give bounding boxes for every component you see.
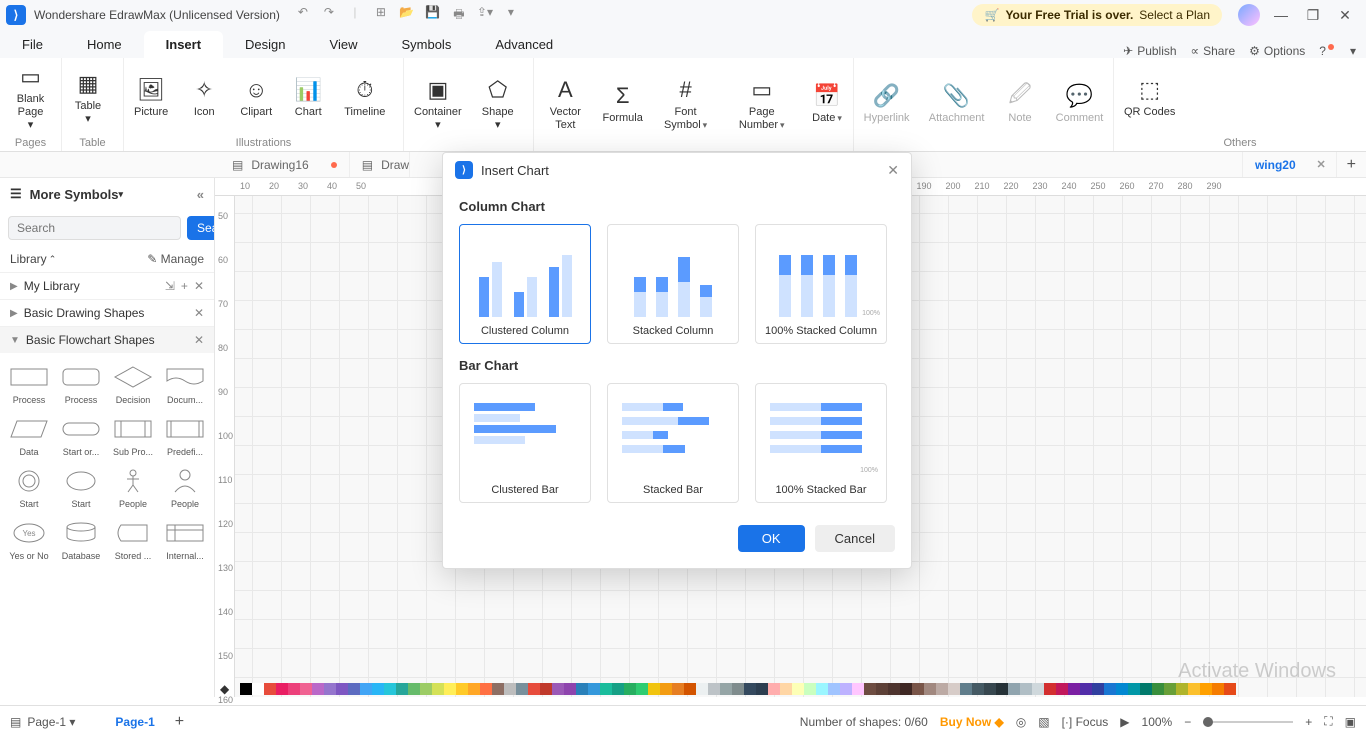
redo-icon[interactable]: ↷	[321, 5, 337, 26]
menu-tab-view[interactable]: View	[308, 31, 380, 58]
section-bar-chart: Bar Chart	[459, 358, 895, 373]
ribbon-picture[interactable]: 🖼Picture	[124, 58, 178, 137]
more-icon[interactable]: ▾	[503, 5, 519, 26]
menu-tab-design[interactable]: Design	[223, 31, 307, 58]
menu-tab-advanced[interactable]: Advanced	[473, 31, 575, 58]
user-avatar[interactable]	[1238, 4, 1260, 26]
publish-icon: ✈	[1123, 44, 1133, 58]
ribbon-container[interactable]: ▣Container▾	[404, 58, 472, 149]
chart-option-stacked-col[interactable]: Stacked Column	[607, 224, 739, 344]
export-icon[interactable]: ⇪▾	[477, 5, 493, 26]
close-button[interactable]: ✕	[1330, 0, 1360, 30]
menu-tab-file[interactable]: File	[0, 31, 65, 58]
ribbon-clipart[interactable]: ☺Clipart	[230, 58, 282, 137]
menu-tab-insert[interactable]: Insert	[144, 31, 223, 58]
ribbon-hyperlink: 🔗Hyperlink	[854, 58, 919, 149]
ribbon-comment: 💬Comment	[1046, 58, 1113, 149]
ribbon-formula[interactable]: ΣFormula	[597, 58, 649, 149]
ribbon-attachment: 📎Attachment	[919, 58, 994, 149]
options-button[interactable]: ⚙Options	[1249, 44, 1305, 58]
chart-option-clustered-col[interactable]: Clustered Column	[459, 224, 591, 344]
ok-button[interactable]: OK	[738, 525, 805, 552]
ribbon-shape[interactable]: ⬠Shape▾	[472, 58, 524, 149]
help-button[interactable]: ?	[1319, 44, 1336, 58]
chart-option-stacked100-bar[interactable]: 100%100% Stacked Bar	[755, 383, 887, 503]
ribbon-note: 🖉Note	[994, 58, 1046, 149]
new-icon[interactable]: ⊞	[373, 5, 389, 26]
dialog-title: Insert Chart	[481, 163, 549, 178]
ribbon-page-number[interactable]: ▭Page Number	[722, 58, 801, 149]
print-icon[interactable]: 🖶	[451, 5, 467, 26]
ribbon-table[interactable]: ▦Table▾	[62, 58, 114, 137]
dialog-close-icon[interactable]: ✕	[887, 162, 899, 179]
titlebar: ⟩ Wondershare EdrawMax (Unlicensed Versi…	[0, 0, 1366, 30]
minimize-button[interactable]: —	[1266, 0, 1296, 30]
trial-banner[interactable]: 🛒 Your Free Trial is over. Select a Plan	[972, 4, 1222, 26]
menu-tab-symbols[interactable]: Symbols	[379, 31, 473, 58]
chart-option-clustered-bar[interactable]: Clustered Bar	[459, 383, 591, 503]
collapse-ribbon-icon[interactable]: ▾	[1350, 44, 1356, 58]
insert-chart-dialog: ⟩ Insert Chart ✕ Column Chart Clustered …	[442, 152, 912, 569]
undo-icon[interactable]: ↶	[295, 5, 311, 26]
cart-icon: 🛒	[984, 8, 999, 22]
save-icon[interactable]: 💾	[425, 5, 441, 26]
publish-button[interactable]: ✈Publish	[1123, 44, 1176, 58]
chart-option-stacked100-col[interactable]: 100%100% Stacked Column	[755, 224, 887, 344]
app-logo-icon: ⟩	[6, 5, 26, 25]
dialog-app-icon: ⟩	[455, 161, 473, 179]
app-title: Wondershare EdrawMax (Unlicensed Version…	[34, 8, 280, 22]
ribbon-blank-page[interactable]: ▭Blank Page▾	[0, 58, 61, 137]
menu-bar: File Home Insert Design View Symbols Adv…	[0, 30, 1366, 58]
share-button[interactable]: ∝Share	[1191, 44, 1236, 58]
ribbon-qr-codes[interactable]: ⬚QR Codes	[1114, 58, 1185, 137]
ribbon: ▭Blank Page▾ Pages ▦Table▾ Table 🖼Pictur…	[0, 58, 1366, 152]
maximize-button[interactable]: ❐	[1298, 0, 1328, 30]
ribbon-date[interactable]: 📅Date	[801, 58, 853, 149]
quick-access-toolbar: ↶ ↷ | ⊞ 📂 💾 🖶 ⇪▾ ▾	[295, 5, 519, 26]
ribbon-chart[interactable]: 📊Chart	[282, 58, 334, 137]
ribbon-icon[interactable]: ✧Icon	[178, 58, 230, 137]
gear-icon: ⚙	[1249, 44, 1260, 58]
ribbon-font-symbol[interactable]: #Font Symbol	[649, 58, 723, 149]
cancel-button[interactable]: Cancel	[815, 525, 895, 552]
section-column-chart: Column Chart	[459, 199, 895, 214]
ribbon-timeline[interactable]: ⏱Timeline	[334, 58, 395, 137]
ribbon-vector-text[interactable]: AVector Text	[534, 58, 597, 149]
chart-option-stacked-bar[interactable]: Stacked Bar	[607, 383, 739, 503]
open-icon[interactable]: 📂	[399, 5, 415, 26]
share-icon: ∝	[1191, 44, 1200, 58]
menu-tab-home[interactable]: Home	[65, 31, 144, 58]
